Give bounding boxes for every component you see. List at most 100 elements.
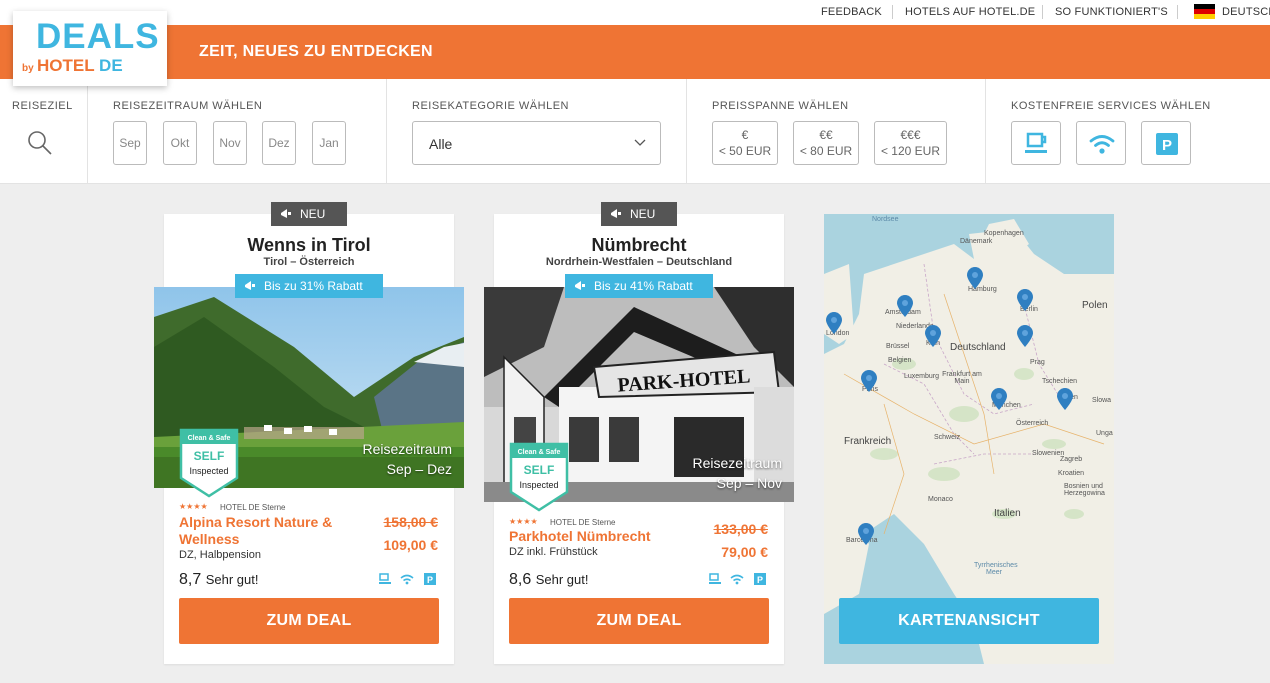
- map-pin-icon[interactable]: [1017, 325, 1033, 347]
- banner: ZEIT, NEUES ZU ENTDECKEN: [0, 25, 1270, 79]
- search-icon[interactable]: [26, 129, 54, 157]
- map-label: Schweiz: [934, 434, 961, 441]
- map-pin-icon[interactable]: [1017, 289, 1033, 311]
- zum-deal-button[interactable]: ZUM DEAL: [179, 598, 439, 644]
- parking-icon: P: [1156, 133, 1178, 155]
- how-it-works-link[interactable]: SO FUNKTIONIERT'S: [1055, 6, 1168, 18]
- category-select[interactable]: Alle: [412, 121, 661, 165]
- badge-bottom-text: Inspected: [519, 480, 558, 490]
- discount-label: Bis zu 41% Rabatt: [594, 279, 693, 293]
- price-50-button[interactable]: € < 50 EUR: [712, 121, 778, 165]
- destination-label: REISEZIEL: [12, 100, 73, 112]
- map-label: Dänemark: [960, 238, 993, 245]
- badge-top-text: Clean & Safe: [518, 449, 561, 456]
- zum-deal-button[interactable]: ZUM DEAL: [509, 598, 769, 644]
- map-pin-icon[interactable]: [967, 267, 983, 289]
- discount-badge: Bis zu 31% Rabatt: [235, 274, 383, 298]
- hotel-name-line: Alpina Resort Nature &: [179, 514, 333, 530]
- price-80-button[interactable]: €€ < 80 EUR: [793, 121, 859, 165]
- megaphone-icon: [281, 209, 291, 218]
- service-icons: P: [709, 573, 766, 585]
- region-subtitle: Tirol – Österreich: [263, 256, 355, 268]
- map-label: Prag: [1030, 359, 1045, 366]
- map-pin-icon[interactable]: [925, 325, 941, 347]
- map-label: Bosnien und Herzegowina: [1064, 483, 1105, 497]
- divider: [87, 79, 88, 184]
- logo-hotel: HOTEL DE: [37, 56, 123, 76]
- month-jan-button[interactable]: Jan: [312, 121, 346, 165]
- map-label: Tyrrhenisches Meer: [974, 562, 1018, 576]
- star-rating: ★★★★: [179, 502, 208, 511]
- breakfast-icon: [379, 573, 391, 584]
- badge-mid-text: SELF: [524, 463, 555, 477]
- price-range: < 120 EUR: [880, 144, 941, 158]
- guest-rating: 8,6 Sehr gut!: [509, 571, 588, 589]
- divider: [1042, 5, 1043, 19]
- map-label: Unga: [1096, 430, 1113, 437]
- services-label: KOSTENFREIE SERVICES WÄHLEN: [1011, 100, 1211, 112]
- feedback-link[interactable]: FEEDBACK: [821, 6, 882, 18]
- stars-label: HOTEL DE Sterne: [220, 503, 286, 512]
- star-rating: ★★★★: [509, 517, 538, 526]
- megaphone-icon: [245, 281, 255, 290]
- wifi-filter-button[interactable]: [1076, 121, 1126, 165]
- badge-mid-text: SELF: [194, 449, 225, 463]
- breakfast-filter-button[interactable]: [1011, 121, 1061, 165]
- price-120-button[interactable]: €€€ < 120 EUR: [874, 121, 947, 165]
- map-label: Kopenhagen: [984, 230, 1024, 237]
- map-label: Polen: [1082, 300, 1108, 311]
- map-preview[interactable]: Nordsee Kopenhagen Dänemark Hamburg Amst…: [824, 214, 1114, 664]
- travel-period-label: Reisezeitraum: [362, 441, 452, 457]
- map-pin-icon[interactable]: [861, 370, 877, 392]
- chevron-down-icon: [634, 139, 646, 146]
- map-pin-icon[interactable]: [858, 523, 874, 545]
- travel-period-value: Sep – Nov: [716, 475, 782, 491]
- megaphone-icon: [575, 281, 585, 290]
- hotel-name[interactable]: Alpina Resort Nature & Wellness: [179, 514, 332, 548]
- map-label: Österreich: [1016, 420, 1049, 427]
- city-title: Wenns in Tirol: [247, 235, 371, 255]
- guest-rating: 8,7 Sehr gut!: [179, 571, 258, 589]
- new-badge: NEU: [271, 202, 347, 226]
- deal-card: NEU Nümbrecht Nordrhein-Westfalen – Deut…: [484, 202, 794, 664]
- travel-period-label: Reisezeitraum: [692, 455, 782, 471]
- hotels-link[interactable]: HOTELS AUF HOTEL.DE: [905, 6, 1035, 18]
- hotel-name[interactable]: Parkhotel Nümbrecht: [509, 528, 651, 545]
- stars-label: HOTEL DE Sterne: [550, 518, 616, 527]
- german-flag-icon[interactable]: [1194, 4, 1215, 19]
- language-link[interactable]: DEUTSCH: [1222, 6, 1270, 18]
- map-pin-icon[interactable]: [826, 312, 842, 334]
- logo[interactable]: DEALS by HOTEL DE: [13, 11, 167, 86]
- rating-score: 8,7: [179, 571, 202, 588]
- month-sep-button[interactable]: Sep: [113, 121, 147, 165]
- city-title: Nümbrecht: [591, 235, 687, 255]
- price-label: PREISSPANNE WÄHLEN: [712, 100, 849, 112]
- price-range: < 50 EUR: [718, 144, 772, 158]
- travel-period-value: Sep – Dez: [386, 461, 452, 477]
- new-badge: NEU: [601, 202, 677, 226]
- month-nov-button[interactable]: Nov: [213, 121, 247, 165]
- logo-de-text: DE: [99, 56, 123, 75]
- map-label: Zagreb: [1060, 456, 1083, 463]
- service-icons: P: [379, 573, 436, 585]
- month-dez-button[interactable]: Dez: [262, 121, 296, 165]
- rating-score: 8,6: [509, 571, 532, 588]
- map-pin-icon[interactable]: [897, 295, 913, 317]
- old-price: 158,00 €: [383, 514, 439, 530]
- period-label: REISEZEITRAUM WÄHLEN: [113, 100, 263, 112]
- map-pin-icon[interactable]: [991, 388, 1007, 410]
- map-label: Frankreich: [844, 436, 892, 447]
- wifi-icon: [1089, 135, 1115, 154]
- month-okt-button[interactable]: Okt: [163, 121, 197, 165]
- utility-bar: FEEDBACK HOTELS AUF HOTEL.DE SO FUNKTION…: [0, 0, 1270, 25]
- price-symbol: €€€: [900, 128, 921, 142]
- self-inspected-badge-icon: Clean & Safe SELF Inspected: [179, 428, 239, 498]
- map-label: Luxemburg: [904, 373, 940, 380]
- map-pin-icon[interactable]: [1057, 388, 1073, 410]
- map-view-button[interactable]: KARTENANSICHT: [839, 598, 1099, 644]
- parking-filter-button[interactable]: P: [1141, 121, 1191, 165]
- new-badge-label: NEU: [630, 207, 656, 221]
- map-label: Belgien: [888, 357, 912, 364]
- rating-text: Sehr gut!: [205, 572, 259, 587]
- map-label: Nordsee: [872, 216, 899, 223]
